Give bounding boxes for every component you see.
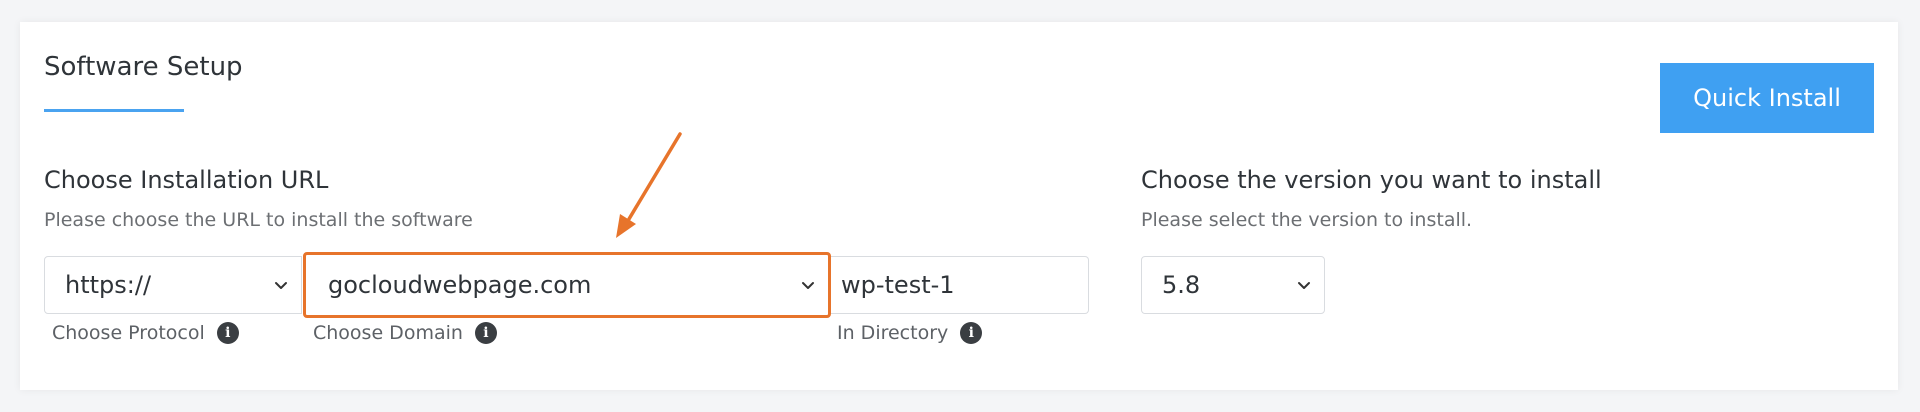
protocol-select-value: https:// <box>65 271 152 299</box>
version-select[interactable]: 5.8 <box>1141 256 1325 314</box>
protocol-label-text: Choose Protocol <box>52 322 205 344</box>
annotation-arrow <box>616 132 682 238</box>
directory-label: In Directory i <box>837 322 983 344</box>
info-icon[interactable]: i <box>960 322 983 344</box>
directory-input[interactable] <box>831 256 1089 314</box>
chevron-down-icon <box>802 282 814 289</box>
directory-label-text: In Directory <box>837 322 949 344</box>
domain-select[interactable]: gocloudwebpage.com <box>303 252 831 318</box>
installation-url-description: Please choose the URL to install the sof… <box>44 209 473 231</box>
quick-install-button[interactable]: Quick Install <box>1660 63 1874 133</box>
domain-label: Choose Domain i <box>313 322 497 344</box>
page-title: Software Setup <box>44 52 243 82</box>
info-icon[interactable]: i <box>474 322 497 344</box>
chevron-down-icon <box>1298 282 1310 289</box>
domain-label-text: Choose Domain <box>313 322 463 344</box>
version-description: Please select the version to install. <box>1141 209 1473 231</box>
version-select-value: 5.8 <box>1162 271 1201 299</box>
domain-select-value: gocloudwebpage.com <box>328 271 592 299</box>
installation-url-heading: Choose Installation URL <box>44 166 329 194</box>
protocol-label: Choose Protocol i <box>52 322 239 344</box>
info-icon[interactable]: i <box>216 322 239 344</box>
protocol-select[interactable]: https:// <box>44 256 302 314</box>
title-underline <box>44 109 184 112</box>
chevron-down-icon <box>275 282 287 289</box>
version-heading: Choose the version you want to install <box>1141 166 1602 194</box>
